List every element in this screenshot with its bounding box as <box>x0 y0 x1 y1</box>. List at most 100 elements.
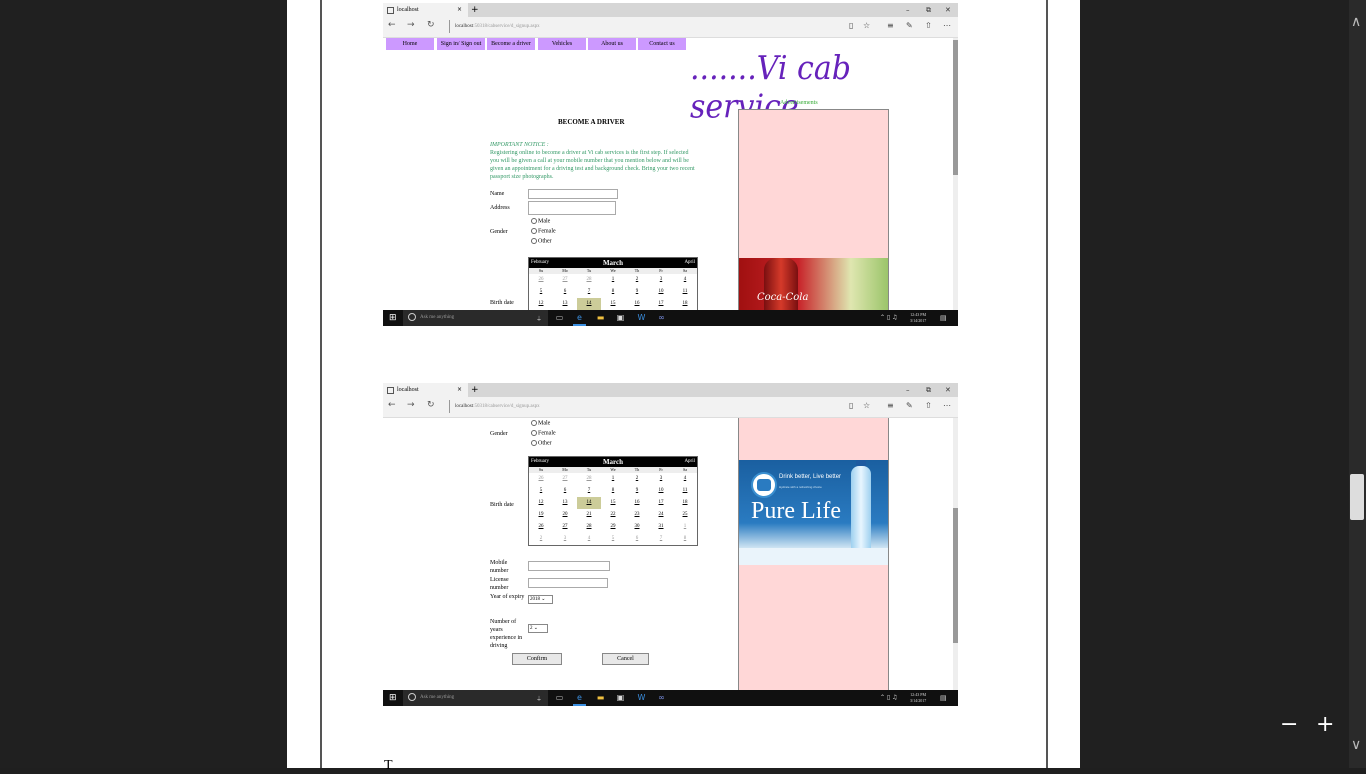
calendar-day[interactable]: 12 <box>529 298 553 310</box>
calendar-day[interactable]: 3 <box>553 533 577 545</box>
web-note-icon[interactable]: ✎ <box>906 401 913 410</box>
forward-icon[interactable]: → <box>407 400 415 410</box>
calendar-day[interactable]: 8 <box>673 533 697 545</box>
store-icon[interactable]: ▣ <box>614 692 627 704</box>
notifications-icon[interactable]: ▤ <box>940 314 947 322</box>
calendar-day[interactable]: 2 <box>529 533 553 545</box>
tab-close-icon[interactable]: × <box>457 383 462 397</box>
browser-scrollbar[interactable] <box>953 38 958 310</box>
task-view-icon[interactable]: ▭ <box>553 312 566 324</box>
calendar-day[interactable]: 15 <box>601 497 625 509</box>
cortana-search[interactable]: Ask me anything <box>403 310 548 326</box>
calendar-day[interactable]: 26 <box>529 521 553 533</box>
radio-male[interactable]: Male <box>531 420 550 426</box>
hub-icon[interactable]: ≡ <box>887 401 894 410</box>
coke-ad-image[interactable]: Coca-Cola <box>739 258 888 310</box>
back-icon[interactable]: ← <box>388 400 396 410</box>
calendar-day[interactable]: 9 <box>625 286 649 298</box>
experience-select[interactable]: 2 ⌄ <box>528 624 548 633</box>
word-icon[interactable]: W <box>635 692 648 704</box>
restore-icon[interactable]: ⧉ <box>926 383 931 397</box>
taskbar-clock[interactable]: 12:43 PM 3/14/2017 <box>910 692 926 704</box>
scroll-down-icon[interactable]: ∨ <box>1351 737 1361 754</box>
calendar-day[interactable]: 1 <box>601 473 625 485</box>
back-icon[interactable]: ← <box>388 20 396 30</box>
calendar-day[interactable]: 15 <box>601 298 625 310</box>
mic-icon[interactable]: ⏚ <box>536 694 542 703</box>
minimize-icon[interactable]: – <box>906 3 910 17</box>
calendar-day[interactable]: 30 <box>625 521 649 533</box>
address-field[interactable] <box>528 201 616 215</box>
calendar-day[interactable]: 5 <box>529 286 553 298</box>
calendar-day[interactable]: 11 <box>673 485 697 497</box>
forward-icon[interactable]: → <box>407 20 415 30</box>
calendar-day[interactable]: 14 <box>577 497 601 509</box>
calendar-day[interactable]: 18 <box>673 497 697 509</box>
calendar-day[interactable]: 6 <box>553 485 577 497</box>
calendar-day[interactable]: 5 <box>529 485 553 497</box>
cortana-search[interactable]: Ask me anything <box>403 690 548 706</box>
radio-male[interactable]: Male <box>531 218 550 224</box>
name-field[interactable] <box>528 189 618 199</box>
app-icon[interactable]: ∞ <box>655 312 668 324</box>
calendar-day[interactable]: 17 <box>649 298 673 310</box>
browser-scroll-thumb[interactable] <box>953 40 958 175</box>
calendar-day[interactable]: 7 <box>577 286 601 298</box>
calendar-day[interactable]: 29 <box>601 521 625 533</box>
calendar-day[interactable]: 8 <box>601 286 625 298</box>
minimize-icon[interactable]: – <box>906 383 910 397</box>
new-tab-icon[interactable]: + <box>471 3 479 17</box>
license-field[interactable] <box>528 578 608 588</box>
restore-icon[interactable]: ⧉ <box>926 3 931 17</box>
browser-tab[interactable]: localhost × <box>383 3 468 17</box>
calendar-day[interactable]: 16 <box>625 298 649 310</box>
birthdate-calendar[interactable]: February March April Su Mo Tu We Th Fr Sa 26 27… <box>528 456 698 546</box>
calendar-next-month[interactable]: April <box>684 457 695 467</box>
document-scrollbar[interactable] <box>1349 0 1366 768</box>
browser-scroll-thumb[interactable] <box>953 508 958 643</box>
edge-icon[interactable]: e <box>573 692 586 706</box>
pure-life-ad-image[interactable]: Drink better, Live better Hydrate with a… <box>739 460 888 565</box>
menu-contact[interactable]: Contact us <box>638 38 686 50</box>
store-icon[interactable]: ▣ <box>614 312 627 324</box>
calendar-day[interactable]: 13 <box>553 298 577 310</box>
file-explorer-icon[interactable]: ▬ <box>594 312 607 324</box>
calendar-day[interactable]: 27 <box>553 521 577 533</box>
document-scroll-thumb[interactable] <box>1350 474 1364 520</box>
calendar-next-month[interactable]: April <box>684 258 695 268</box>
cancel-button[interactable]: Cancel <box>602 653 649 665</box>
calendar-day[interactable]: 4 <box>577 533 601 545</box>
calendar-day[interactable]: 23 <box>625 509 649 521</box>
radio-other[interactable]: Other <box>531 238 552 244</box>
file-explorer-icon[interactable]: ▬ <box>594 692 607 704</box>
windows-start-icon[interactable]: ⊞ <box>389 313 397 323</box>
calendar-day[interactable]: 16 <box>625 497 649 509</box>
calendar-day[interactable]: 20 <box>553 509 577 521</box>
calendar-day[interactable]: 17 <box>649 497 673 509</box>
refresh-icon[interactable]: ↻ <box>427 400 435 410</box>
menu-sign-in[interactable]: Sign in/ Sign out <box>437 38 485 50</box>
calendar-day[interactable]: 6 <box>553 286 577 298</box>
calendar-day[interactable]: 28 <box>577 274 601 286</box>
system-tray-icons[interactable]: ⌃ ▯ ♫ <box>880 314 898 321</box>
calendar-day[interactable]: 2 <box>625 473 649 485</box>
window-close-icon[interactable]: ✕ <box>945 383 951 397</box>
zoom-out-button[interactable]: − <box>1280 712 1298 737</box>
calendar-day[interactable]: 8 <box>601 485 625 497</box>
web-note-icon[interactable]: ✎ <box>906 21 913 30</box>
calendar-day[interactable]: 18 <box>673 298 697 310</box>
windows-start-icon[interactable]: ⊞ <box>389 693 397 703</box>
year-expiry-select[interactable]: 2018 ⌄ <box>528 595 553 604</box>
notifications-icon[interactable]: ▤ <box>940 694 947 702</box>
word-icon[interactable]: W <box>635 312 648 324</box>
calendar-day[interactable]: 14 <box>577 298 601 310</box>
calendar-day[interactable]: 3 <box>649 473 673 485</box>
calendar-day[interactable]: 26 <box>529 274 553 286</box>
calendar-day[interactable]: 28 <box>577 473 601 485</box>
radio-female[interactable]: Female <box>531 228 556 234</box>
system-tray-icons[interactable]: ⌃ ▯ ♫ <box>880 694 898 701</box>
calendar-day[interactable]: 13 <box>553 497 577 509</box>
calendar-day[interactable]: 6 <box>625 533 649 545</box>
share-icon[interactable]: ⇧ <box>925 21 932 30</box>
task-view-icon[interactable]: ▭ <box>553 692 566 704</box>
